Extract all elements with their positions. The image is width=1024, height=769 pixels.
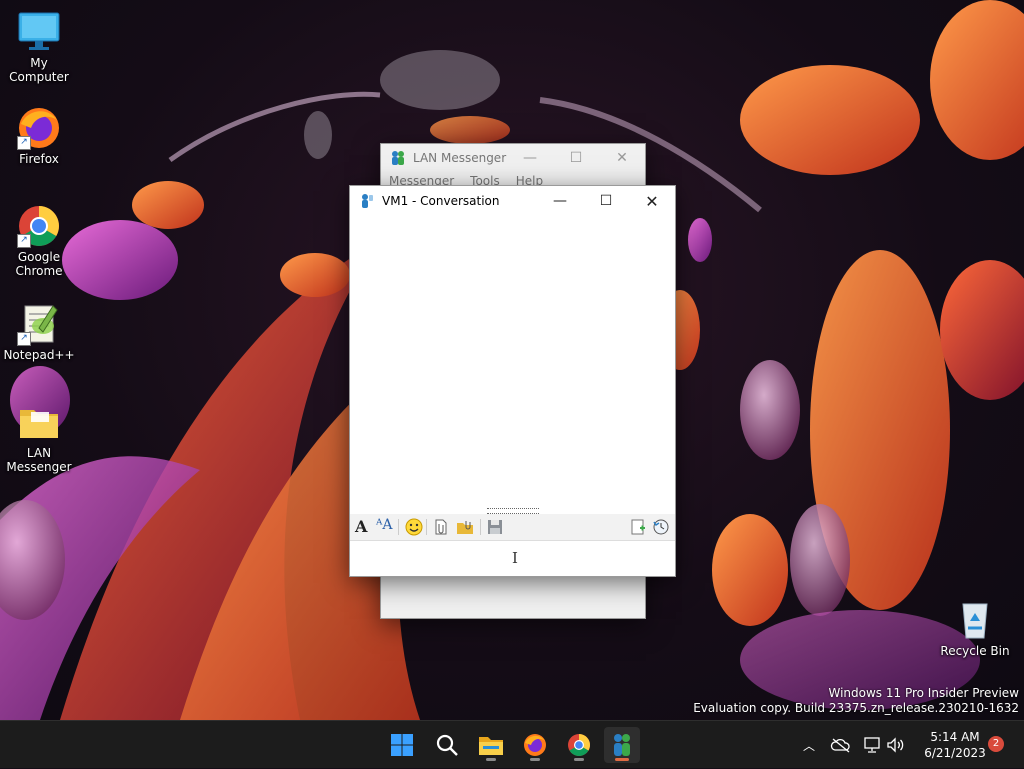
search-button[interactable]: [429, 727, 465, 763]
font-icon[interactable]: A: [355, 517, 373, 536]
firefox-taskbar-button[interactable]: [517, 727, 553, 763]
close-button[interactable]: ✕: [629, 186, 675, 216]
desktop-icon-recycle-bin[interactable]: Recycle Bin: [936, 598, 1014, 658]
text-cursor-icon: I: [512, 549, 518, 567]
toolbar-separator: [426, 519, 427, 535]
window-title: LAN Messenger: [413, 151, 507, 165]
desktop-icon-label: Recycle Bin: [940, 644, 1010, 658]
file-explorer-button[interactable]: [473, 727, 509, 763]
running-indicator: [486, 758, 496, 761]
show-hidden-icons-chevron-up-icon[interactable]: ︿: [800, 737, 818, 754]
monitor-icon: [17, 10, 61, 54]
conversation-window[interactable]: VM1 - Conversation — ☐ ✕ A ᴬA I: [349, 185, 676, 577]
lan-messenger-icon: [392, 151, 404, 165]
desktop-icon-firefox[interactable]: ↗ Firefox: [0, 106, 78, 166]
desktop-icon-lan-messenger[interactable]: LAN Messenger: [0, 400, 78, 474]
desktop-icon-label: Notepad++: [3, 348, 75, 362]
desktop-icon-my-computer[interactable]: My Computer: [0, 10, 78, 84]
shortcut-arrow-icon: ↗: [17, 332, 31, 346]
lan-messenger-icon: [614, 734, 630, 756]
conversation-icon: [362, 194, 373, 208]
active-indicator: [615, 758, 629, 761]
tray-volume[interactable]: [886, 721, 906, 769]
system-tray: ︿: [800, 721, 818, 769]
desktop-icon-notepadpp[interactable]: ↗ Notepad++: [0, 302, 78, 362]
chrome-icon: ↗: [17, 204, 61, 248]
volume-icon: [887, 737, 904, 753]
cloud-offline-icon: [830, 738, 850, 753]
toolbar-separator: [480, 519, 481, 535]
maximize-button[interactable]: ☐: [583, 186, 629, 216]
conversation-titlebar[interactable]: VM1 - Conversation — ☐ ✕: [350, 186, 675, 216]
lan-messenger-titlebar[interactable]: LAN Messenger — ☐ ✕: [381, 144, 645, 172]
lan-messenger-taskbar-button[interactable]: [604, 727, 640, 763]
tray-network[interactable]: [862, 721, 882, 769]
file-explorer-icon: [479, 737, 503, 755]
recycle-bin-icon: [953, 598, 997, 642]
network-icon: [864, 737, 880, 753]
save-icon[interactable]: [486, 518, 504, 536]
desktop-icon-label: LAN Messenger: [6, 446, 72, 474]
notepadpp-icon: ↗: [17, 302, 61, 346]
firefox-icon: ↗: [17, 106, 61, 150]
message-input[interactable]: I: [350, 541, 675, 576]
taskbar: ︿ 5:14 AM 6/21/2023: [0, 720, 1024, 768]
maximize-button[interactable]: ☐: [553, 144, 599, 172]
search-icon: [436, 734, 458, 756]
history-icon[interactable]: [652, 518, 670, 536]
watermark-line-1: Windows 11 Pro Insider Preview: [828, 686, 1019, 700]
firefox-icon: [524, 734, 546, 756]
chrome-icon: [568, 734, 590, 756]
message-history-area[interactable]: [350, 216, 675, 506]
font-color-icon[interactable]: ᴬA: [376, 517, 396, 535]
tray-onedrive[interactable]: [830, 721, 852, 769]
start-icon: [391, 734, 413, 756]
desktop-icon-label: Firefox: [19, 152, 59, 166]
send-folder-icon[interactable]: [456, 518, 474, 536]
message-toolbar: A ᴬA: [350, 514, 675, 541]
send-file-icon[interactable]: [432, 518, 450, 536]
smiley-icon[interactable]: [405, 518, 423, 536]
watermark-line-2: Evaluation copy. Build 23375.zn_release.…: [693, 701, 1019, 715]
minimize-button[interactable]: —: [507, 144, 553, 172]
desktop-icon-google-chrome[interactable]: ↗ Google Chrome: [0, 204, 78, 278]
window-title: VM1 - Conversation: [382, 194, 500, 208]
minimize-button[interactable]: —: [537, 186, 583, 216]
shortcut-arrow-icon: ↗: [17, 234, 31, 248]
running-indicator: [530, 758, 540, 761]
chrome-taskbar-button[interactable]: [561, 727, 597, 763]
clock-time: 5:14 AM: [930, 730, 980, 744]
taskbar-clock[interactable]: 5:14 AM 6/21/2023: [916, 729, 994, 761]
desktop-icon-label: My Computer: [9, 56, 69, 84]
clock-date: 6/21/2023: [924, 746, 986, 760]
folder-icon: [17, 400, 61, 444]
notification-badge[interactable]: 2: [988, 736, 1004, 752]
desktop-icon-label: Google Chrome: [15, 250, 63, 278]
shortcut-arrow-icon: ↗: [17, 136, 31, 150]
toolbar-separator: [398, 519, 399, 535]
running-indicator: [574, 758, 584, 761]
start-button[interactable]: [384, 727, 420, 763]
windows-watermark: Windows 11 Pro Insider Preview Evaluatio…: [693, 686, 1019, 716]
close-button[interactable]: ✕: [599, 144, 645, 172]
paste-icon[interactable]: [629, 518, 647, 536]
